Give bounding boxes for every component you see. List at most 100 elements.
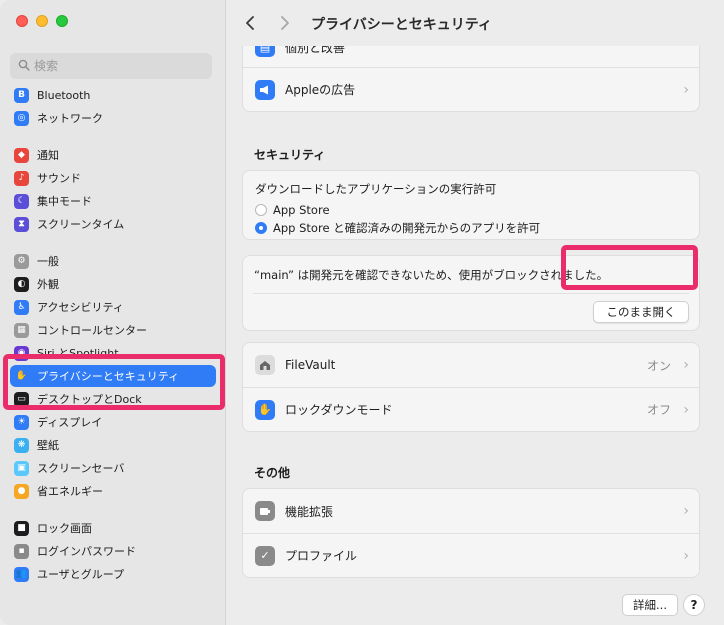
sidebar-item-label: コントロールセンター (37, 324, 147, 337)
minimize-window-button[interactable] (36, 15, 48, 27)
main-pane: プライバシーとセキュリティ ▤ 個別と改善 Appleの広告 › セキュリティ (227, 0, 724, 625)
row-partial[interactable]: ▤ 個別と改善 (243, 46, 699, 67)
sidebar-item-lock-screen[interactable]: ■ ロック画面 (10, 517, 216, 539)
sidebar-item-label: アクセシビリティ (37, 301, 124, 314)
siri-icon: ◉ (14, 345, 29, 361)
chevron-right-icon (281, 16, 289, 30)
open-anyway-button[interactable]: このまま開く (593, 301, 689, 323)
row-lockdown-label: ロックダウンモード (285, 403, 393, 417)
bluetooth-icon: B (14, 87, 29, 103)
sidebar-item-gear[interactable]: ⚙ 一般 (10, 250, 216, 272)
sidebar-item-label: 通知 (37, 149, 59, 162)
zoom-window-button[interactable] (56, 15, 68, 27)
row-filevault-label: FileVault (285, 358, 336, 372)
blocked-app-card: “main” は開発元を確認できないため、使用がブロックされました。 このまま開… (242, 255, 700, 331)
sidebar-list: B Bluetooth ◎ ネットワーク ◆ 通知 ♪ サウンド ☾ 集中モード ⧗ スクリーンタイム… (10, 84, 216, 586)
hand-icon: ✋ (255, 399, 275, 420)
search-icon (18, 59, 30, 74)
details-button[interactable]: 詳細... (622, 594, 678, 616)
row-filevault[interactable]: FileVault オン › (243, 343, 699, 387)
filevault-status: オン (646, 358, 671, 373)
desktop-icon: ▭ (14, 391, 29, 407)
sidebar-item-label: 集中モード (37, 195, 92, 208)
sidebar-item-hourglass[interactable]: ⧗ スクリーンタイム (10, 213, 216, 235)
download-permission-card: ダウンロードしたアプリケーションの実行許可 App Store App Stor… (242, 170, 700, 240)
sidebar-item-network[interactable]: ◎ ネットワーク (10, 107, 216, 129)
chevron-right-icon: › (683, 547, 689, 564)
radio-app-store-dev-label: App Store と確認済みの開発元からのアプリを許可 (273, 221, 541, 235)
sidebar-item-label: プライバシーとセキュリティ (37, 370, 180, 383)
sidebar-item-users[interactable]: 👥 ユーザとグループ (10, 563, 216, 585)
row-lockdown[interactable]: ✋ ロックダウンモード オフ › (243, 387, 699, 431)
help-button[interactable]: ? (683, 594, 705, 616)
chevron-right-icon: › (683, 81, 689, 98)
row-profiles-label: プロファイル (285, 549, 358, 563)
sidebar-item-display[interactable]: ☀ ディスプレイ (10, 411, 216, 433)
sidebar-item-label: ログインパスワード (37, 545, 136, 558)
forward-button[interactable] (274, 12, 296, 34)
bell-icon: ◆ (14, 147, 29, 163)
sidebar-item-screensaver[interactable]: ▣ スクリーンセーバ (10, 457, 216, 479)
security-options-card: FileVault オン › ✋ ロックダウンモード オフ › (242, 342, 700, 432)
sidebar-item-label: スクリーンタイム (37, 218, 125, 231)
sidebar-item-bell[interactable]: ◆ 通知 (10, 144, 216, 166)
download-permission-title: ダウンロードしたアプリケーションの実行許可 (255, 182, 497, 196)
sidebar-item-appearance[interactable]: ◐ 外観 (10, 273, 216, 295)
sidebar-item-label: スクリーンセーバ (37, 462, 125, 475)
chevron-left-icon (246, 16, 254, 30)
sidebar-item-password[interactable]: ▪ ログインパスワード (10, 540, 216, 562)
lock-screen-icon: ■ (14, 520, 29, 536)
sidebar-item-bluetooth[interactable]: B Bluetooth (10, 84, 216, 106)
radio-dot-off[interactable] (255, 204, 267, 216)
sidebar-item-battery[interactable]: ● 省エネルギー (10, 480, 216, 502)
puzzle-icon (255, 501, 275, 521)
lockdown-status: オフ (646, 403, 671, 417)
sidebar-item-label: サウンド (37, 172, 81, 185)
sidebar-item-siri[interactable]: ◉ Siri とSpotlight (10, 342, 216, 364)
sidebar-item-wallpaper[interactable]: ❋ 壁紙 (10, 434, 216, 456)
search-field[interactable] (10, 53, 212, 79)
radio-dot-on[interactable] (255, 222, 267, 234)
sidebar-item-moon[interactable]: ☾ 集中モード (10, 190, 216, 212)
other-card: 機能拡張 › ✓ プロファイル › (242, 488, 700, 578)
megaphone-icon (255, 79, 275, 100)
row-extensions[interactable]: 機能拡張 › (243, 489, 699, 533)
search-input[interactable] (34, 59, 204, 73)
page-title: プライバシーとセキュリティ (311, 17, 492, 33)
security-header: セキュリティ (254, 148, 326, 162)
close-window-button[interactable] (16, 15, 28, 27)
sidebar-item-label: ネットワーク (37, 112, 103, 125)
users-icon: 👥 (14, 566, 29, 582)
sidebar-item-sound[interactable]: ♪ サウンド (10, 167, 216, 189)
back-button[interactable] (239, 12, 261, 34)
settings-window: B Bluetooth ◎ ネットワーク ◆ 通知 ♪ サウンド ☾ 集中モード ⧗ スクリーンタイム… (0, 0, 724, 625)
ads-card: ▤ 個別と改善 Appleの広告 › (242, 46, 700, 112)
accessibility-icon: ♿ (14, 299, 29, 315)
sidebar-item-desktop[interactable]: ▭ デスクトップとDock (10, 388, 216, 410)
sidebar-item-control-center[interactable]: ▦ コントロールセンター (10, 319, 216, 341)
battery-icon: ● (14, 483, 29, 499)
control-center-icon: ▦ (14, 322, 29, 338)
sidebar-item-label: 省エネルギー (37, 485, 103, 498)
gear-icon: ⚙ (14, 253, 29, 269)
row-apple-ads[interactable]: Appleの広告 › (243, 67, 699, 111)
toolbar: プライバシーとセキュリティ (227, 0, 724, 46)
sidebar-item-label: ユーザとグループ (37, 568, 125, 581)
sidebar-item-hand[interactable]: ✋ プライバシーとセキュリティ (10, 365, 216, 387)
row-profiles[interactable]: ✓ プロファイル › (243, 533, 699, 577)
network-icon: ◎ (14, 110, 29, 126)
appearance-icon: ◐ (14, 276, 29, 292)
radio-app-store[interactable]: App Store (255, 201, 687, 219)
row-extensions-label: 機能拡張 (285, 504, 334, 519)
row-partial-label: 個別と改善 (285, 46, 346, 55)
radio-app-store-and-dev[interactable]: App Store と確認済みの開発元からのアプリを許可 (255, 219, 687, 237)
sidebar-item-label: ディスプレイ (37, 416, 103, 429)
sidebar-item-accessibility[interactable]: ♿ アクセシビリティ (10, 296, 216, 318)
chevron-right-icon: › (683, 401, 689, 418)
content-scroll[interactable]: ▤ 個別と改善 Appleの広告 › セキュリティ ダウンロードしたアプリケーシ… (242, 46, 714, 625)
analytics-icon: ▤ (255, 46, 275, 57)
sidebar: B Bluetooth ◎ ネットワーク ◆ 通知 ♪ サウンド ☾ 集中モード ⧗ スクリーンタイム… (0, 0, 226, 625)
row-apple-ads-label: Appleの広告 (285, 83, 356, 97)
